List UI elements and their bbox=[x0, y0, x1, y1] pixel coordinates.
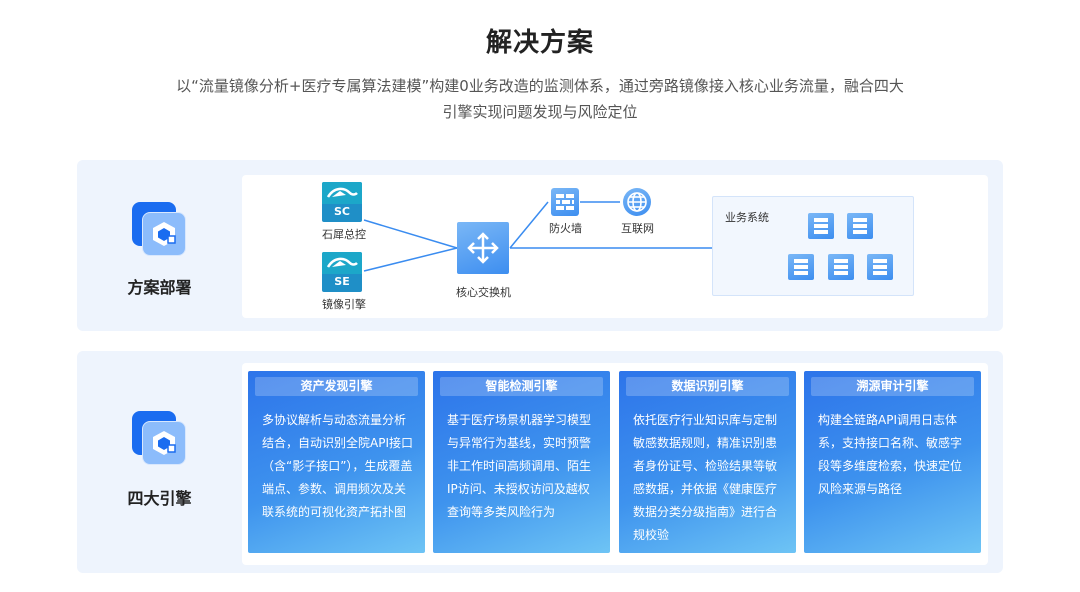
engine-card-text: 多协议解析与动态流量分析结合，自动识别全院API接口（含“影子接口”），生成覆盖… bbox=[262, 413, 413, 519]
server-icon bbox=[847, 213, 873, 239]
server-icon bbox=[808, 213, 834, 239]
engine-card-title: 智能检测引擎 bbox=[440, 377, 603, 396]
engine-card-asset-discovery: 资产发现引擎 多协议解析与动态流量分析结合，自动识别全院API接口（含“影子接口… bbox=[248, 371, 425, 553]
globe-icon bbox=[623, 188, 651, 216]
deployment-label: 方案部署 bbox=[127, 278, 192, 297]
engine-card-data-recognition: 数据识别引擎 依托医疗行业知识库与定制敏感数据规则，精准识别患者身份证号、检验结… bbox=[619, 371, 796, 553]
engine-card-title: 资产发现引擎 bbox=[255, 377, 418, 396]
engine-card-intelligent-detection: 智能检测引擎 基于医疗场景机器学习模型与异常行为基线，实时预警非工作时间高频调用… bbox=[433, 371, 610, 553]
engine-card-title: 数据识别引擎 bbox=[626, 377, 789, 396]
se-device-icon: SE bbox=[322, 252, 362, 292]
deployment-panel: 方案部署 SC 石犀总控 SE 镜像引擎 核心交换机 防火墙 互联网 业务系统 bbox=[77, 160, 1003, 331]
subtitle-line-2: 引擎实现问题发现与风险定位 bbox=[442, 103, 638, 121]
business-system-box: 业务系统 bbox=[712, 196, 914, 296]
engines-label: 四大引擎 bbox=[127, 489, 192, 508]
engine-card-trace-audit: 溯源审计引擎 构建全链路API调用日志体系，支持接口名称、敏感字段等多维度检索，… bbox=[804, 371, 981, 553]
deployment-side: 方案部署 bbox=[77, 160, 242, 331]
sc-label: 石犀总控 bbox=[322, 228, 366, 241]
server-icon bbox=[788, 254, 814, 280]
sc-code: SC bbox=[334, 205, 350, 218]
engine-card-title: 溯源审计引擎 bbox=[811, 377, 974, 396]
link-switch-firewall bbox=[509, 201, 549, 249]
se-code: SE bbox=[334, 275, 350, 288]
link-sc-switch bbox=[363, 219, 458, 249]
server-icon bbox=[828, 254, 854, 280]
network-diagram: SC 石犀总控 SE 镜像引擎 核心交换机 防火墙 互联网 业务系统 bbox=[242, 175, 988, 318]
engines-side: 四大引擎 bbox=[77, 351, 242, 573]
server-icon bbox=[867, 254, 893, 280]
page-subtitle: 以“流量镜像分析+医疗专属算法建模”构建0业务改造的监测体系，通过旁路镜像接入核… bbox=[140, 73, 940, 125]
engine-cards: 资产发现引擎 多协议解析与动态流量分析结合，自动识别全院API接口（含“影子接口… bbox=[242, 363, 988, 565]
internet-label: 互联网 bbox=[621, 222, 654, 235]
engines-panel: 四大引擎 资产发现引擎 多协议解析与动态流量分析结合，自动识别全院API接口（含… bbox=[77, 351, 1003, 573]
se-label: 镜像引擎 bbox=[322, 298, 366, 311]
link-se-switch bbox=[363, 247, 458, 272]
engine-card-text: 依托医疗行业知识库与定制敏感数据规则，精准识别患者身份证号、检验结果等敏感数据，… bbox=[633, 413, 778, 542]
switch-icon bbox=[457, 222, 509, 274]
sc-device-icon: SC bbox=[322, 182, 362, 222]
engine-card-text: 构建全链路API调用日志体系，支持接口名称、敏感字段等多维度检索，快速定位风险来… bbox=[818, 413, 963, 496]
firewall-label: 防火墙 bbox=[549, 222, 582, 235]
firewall-icon bbox=[551, 188, 579, 216]
engines-logo-icon bbox=[132, 411, 188, 467]
deployment-logo-icon bbox=[132, 202, 188, 258]
page-title: 解决方案 bbox=[485, 28, 594, 58]
business-system-label: 业务系统 bbox=[725, 211, 769, 224]
core-switch-label: 核心交换机 bbox=[456, 286, 511, 299]
subtitle-line-1: 以“流量镜像分析+医疗专属算法建模”构建0业务改造的监测体系，通过旁路镜像接入核… bbox=[176, 77, 904, 95]
engine-card-text: 基于医疗场景机器学习模型与异常行为基线，实时预警非工作时间高频调用、陌生IP访问… bbox=[447, 413, 592, 519]
